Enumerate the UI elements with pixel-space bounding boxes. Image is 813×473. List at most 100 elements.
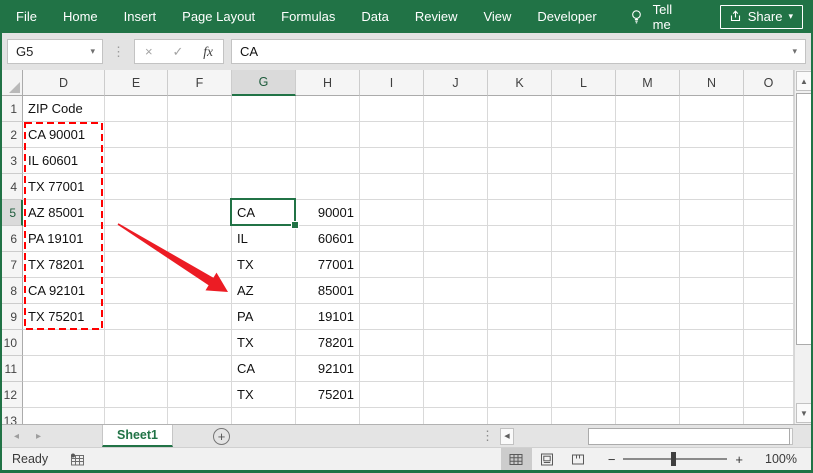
cell-E7[interactable] — [105, 252, 168, 278]
column-header-O[interactable]: O — [744, 70, 794, 96]
cell-F9[interactable] — [168, 304, 232, 330]
cell-O9[interactable] — [744, 304, 794, 330]
cancel-icon[interactable]: × — [145, 44, 153, 59]
cell-F8[interactable] — [168, 278, 232, 304]
page-layout-view-button[interactable] — [532, 448, 563, 470]
cell-F13[interactable] — [168, 408, 232, 424]
cell-H9[interactable]: 19101 — [296, 304, 360, 330]
cell-E3[interactable] — [105, 148, 168, 174]
cell-F3[interactable] — [168, 148, 232, 174]
cell-I6[interactable] — [360, 226, 424, 252]
cell-N2[interactable] — [680, 122, 744, 148]
cell-L2[interactable] — [552, 122, 616, 148]
cell-J13[interactable] — [424, 408, 488, 424]
cell-J12[interactable] — [424, 382, 488, 408]
cell-N9[interactable] — [680, 304, 744, 330]
cell-M6[interactable] — [616, 226, 680, 252]
column-header-G[interactable]: G — [232, 70, 296, 96]
cell-I4[interactable] — [360, 174, 424, 200]
row-header-5[interactable]: 5 — [0, 200, 23, 226]
cell-G9[interactable]: PA — [232, 304, 296, 330]
row-header-8[interactable]: 8 — [0, 278, 23, 304]
cell-I5[interactable] — [360, 200, 424, 226]
column-header-K[interactable]: K — [488, 70, 552, 96]
cell-D9[interactable]: TX 75201 — [23, 304, 105, 330]
cell-M1[interactable] — [616, 96, 680, 122]
cell-O4[interactable] — [744, 174, 794, 200]
cell-J9[interactable] — [424, 304, 488, 330]
cell-O10[interactable] — [744, 330, 794, 356]
select-all-button[interactable] — [0, 70, 23, 96]
cell-I3[interactable] — [360, 148, 424, 174]
cell-J2[interactable] — [424, 122, 488, 148]
share-button[interactable]: Share ▾ — [719, 4, 803, 29]
cell-D13[interactable] — [23, 408, 105, 424]
column-header-H[interactable]: H — [296, 70, 360, 96]
enter-check-icon[interactable]: ✓ — [172, 44, 183, 60]
cell-K2[interactable] — [488, 122, 552, 148]
zoom-in-button[interactable]: + — [735, 452, 743, 467]
cell-M3[interactable] — [616, 148, 680, 174]
cell-L3[interactable] — [552, 148, 616, 174]
cell-E2[interactable] — [105, 122, 168, 148]
cell-F5[interactable] — [168, 200, 232, 226]
row-header-13[interactable]: 13 — [0, 408, 23, 424]
ribbon-tab-data[interactable]: Data — [361, 9, 388, 24]
cell-J11[interactable] — [424, 356, 488, 382]
cell-K7[interactable] — [488, 252, 552, 278]
zoom-slider-thumb[interactable] — [671, 452, 677, 466]
horizontal-scrollbar-track[interactable] — [514, 427, 790, 445]
cell-E5[interactable] — [105, 200, 168, 226]
cell-E1[interactable] — [105, 96, 168, 122]
cell-G5[interactable]: CA — [230, 198, 299, 229]
column-header-M[interactable]: M — [616, 70, 680, 96]
cell-J6[interactable] — [424, 226, 488, 252]
tell-me-box[interactable]: Tell me — [629, 2, 694, 32]
cell-E4[interactable] — [105, 174, 168, 200]
name-box[interactable]: G5 ▾ — [7, 39, 103, 64]
cell-I12[interactable] — [360, 382, 424, 408]
ribbon-tab-file[interactable]: File — [16, 9, 37, 24]
cell-M13[interactable] — [616, 408, 680, 424]
cell-J4[interactable] — [424, 174, 488, 200]
cell-E9[interactable] — [105, 304, 168, 330]
cell-H6[interactable]: 60601 — [296, 226, 360, 252]
cell-G6[interactable]: IL — [232, 226, 296, 252]
cell-F1[interactable] — [168, 96, 232, 122]
cell-N7[interactable] — [680, 252, 744, 278]
cell-N5[interactable] — [680, 200, 744, 226]
cell-G13[interactable] — [232, 408, 296, 424]
cell-I7[interactable] — [360, 252, 424, 278]
cell-O2[interactable] — [744, 122, 794, 148]
cell-J8[interactable] — [424, 278, 488, 304]
name-box-dropdown-icon[interactable]: ▾ — [90, 46, 102, 57]
cell-K12[interactable] — [488, 382, 552, 408]
ribbon-tab-review[interactable]: Review — [415, 9, 458, 24]
formula-bar-input[interactable]: CA ▾ — [231, 39, 806, 64]
cell-H2[interactable] — [296, 122, 360, 148]
cell-O12[interactable] — [744, 382, 794, 408]
cell-I11[interactable] — [360, 356, 424, 382]
cell-D12[interactable] — [23, 382, 105, 408]
formula-bar-splitter-icon[interactable]: ⋮ — [110, 44, 127, 60]
row-header-11[interactable]: 11 — [0, 356, 23, 382]
zoom-out-button[interactable]: − — [608, 452, 616, 467]
column-header-D[interactable]: D — [23, 70, 105, 96]
scroll-down-button[interactable]: ▼ — [796, 403, 812, 423]
cell-H7[interactable]: 77001 — [296, 252, 360, 278]
row-header-1[interactable]: 1 — [0, 96, 23, 122]
cell-G7[interactable]: TX — [232, 252, 296, 278]
cell-E10[interactable] — [105, 330, 168, 356]
cell-M5[interactable] — [616, 200, 680, 226]
cell-L7[interactable] — [552, 252, 616, 278]
cell-O1[interactable] — [744, 96, 794, 122]
column-header-N[interactable]: N — [680, 70, 744, 96]
scroll-up-button[interactable]: ▲ — [796, 71, 812, 91]
cell-G8[interactable]: AZ — [232, 278, 296, 304]
cell-H13[interactable] — [296, 408, 360, 424]
cell-J5[interactable] — [424, 200, 488, 226]
row-header-10[interactable]: 10 — [0, 330, 23, 356]
insert-function-icon[interactable]: fx — [203, 44, 213, 60]
ribbon-tab-view[interactable]: View — [483, 9, 511, 24]
cell-D4[interactable]: TX 77001 — [23, 174, 105, 200]
